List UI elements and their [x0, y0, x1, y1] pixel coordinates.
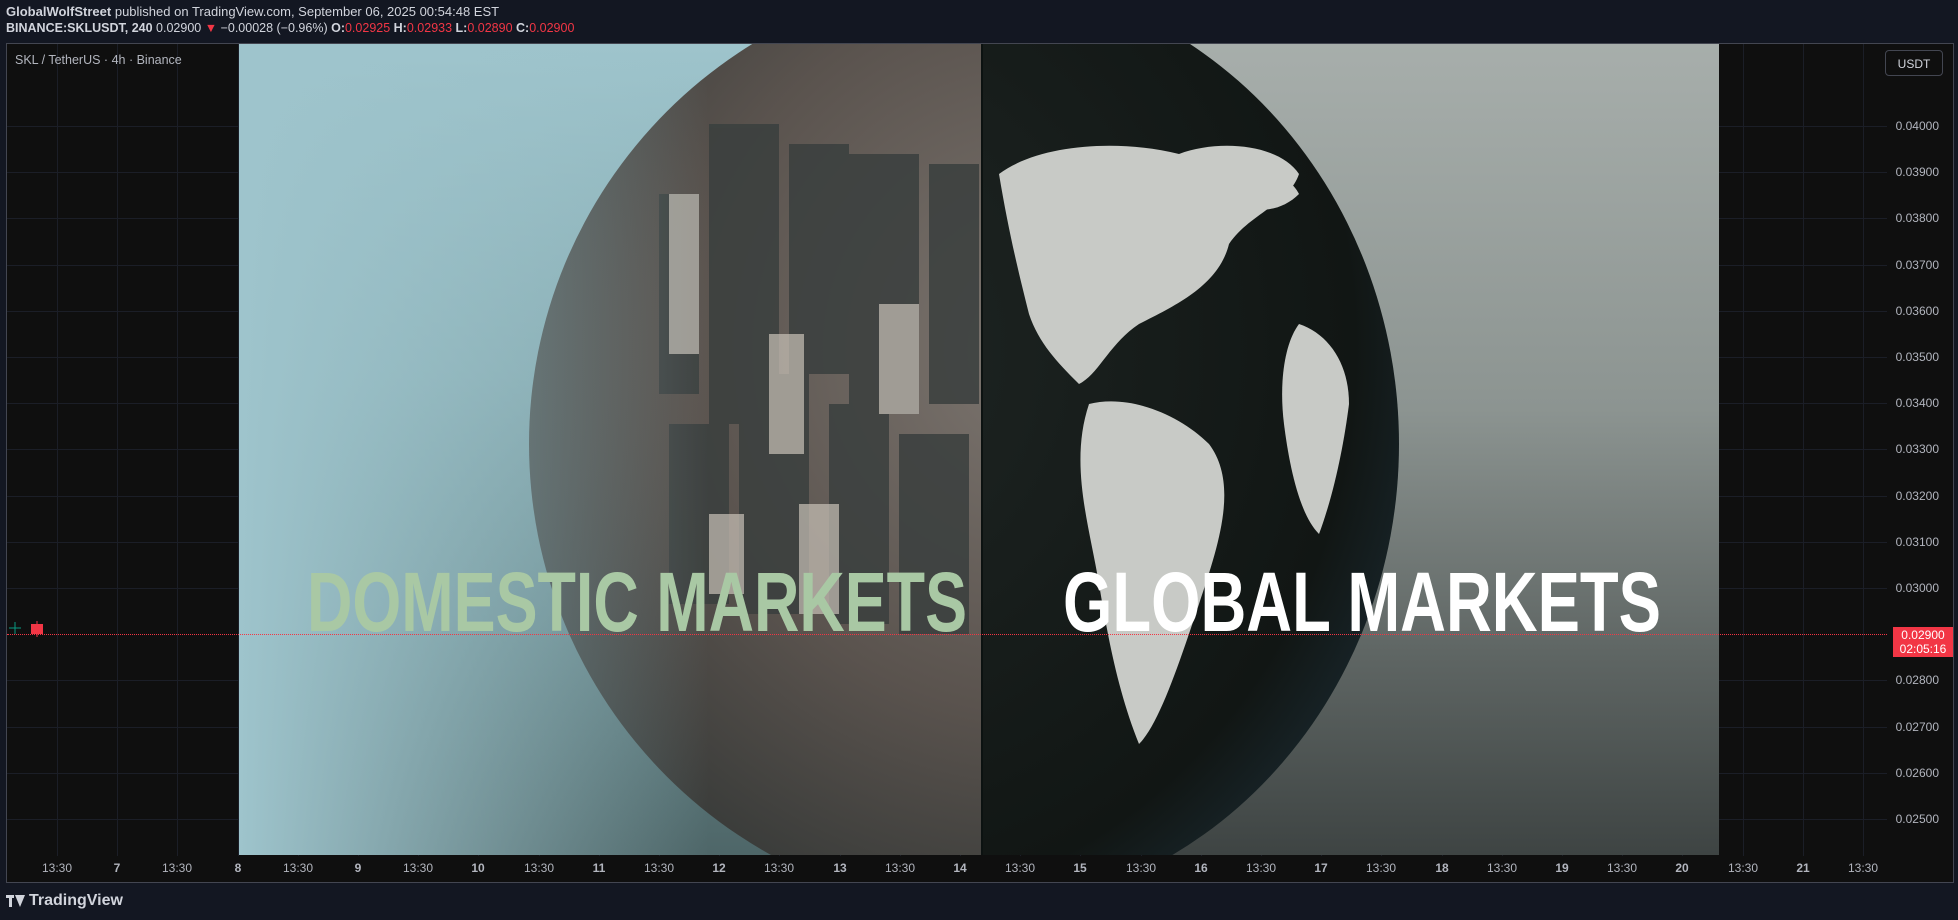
time-axis-label: 13:30 [763, 861, 795, 875]
last-candle [31, 624, 43, 634]
grid-line-vertical [1743, 44, 1744, 856]
chart-legend[interactable]: SKL / TetherUS · 4h · Binance [15, 53, 182, 67]
down-triangle-icon: ▼ [204, 21, 218, 35]
price-axis-label: 0.04000 [1895, 119, 1939, 133]
time-axis-label: 19 [1555, 861, 1569, 875]
time-axis-label: 18 [1435, 861, 1449, 875]
tradingview-logo-icon [6, 895, 25, 907]
time-axis-label: 13:30 [41, 861, 73, 875]
price-tag-countdown: 02:05:16 [1899, 642, 1947, 656]
price-change: −0.00028 (−0.96%) [220, 21, 328, 35]
time-axis-label: 13:30 [884, 861, 916, 875]
time-axis-label: 13:30 [1727, 861, 1759, 875]
time-axis-label: 13:30 [1486, 861, 1518, 875]
price-axis-label: 0.02800 [1895, 673, 1939, 687]
price-axis-label: 0.03800 [1895, 211, 1939, 225]
price-tag: 0.02900 02:05:16 [1893, 627, 1953, 657]
time-axis-label: 16 [1194, 861, 1208, 875]
price-axis-label: 0.03600 [1895, 304, 1939, 318]
price-axis-label: 0.03400 [1895, 396, 1939, 410]
time-axis-label: 13 [833, 861, 847, 875]
time-axis-label: 13:30 [643, 861, 675, 875]
low-label: L: [455, 21, 468, 35]
time-axis-label: 14 [953, 861, 967, 875]
price-line [7, 634, 1887, 635]
time-axis-label: 13:30 [1004, 861, 1036, 875]
time-axis-label: 13:30 [1606, 861, 1638, 875]
time-axis-label: 17 [1314, 861, 1328, 875]
price-tag-value: 0.02900 [1901, 628, 1945, 642]
time-axis-label: 15 [1073, 861, 1087, 875]
time-axis-label: 13:30 [161, 861, 193, 875]
grid-line-vertical [1803, 44, 1804, 856]
grid-line-vertical [117, 44, 118, 856]
ohlc-bar: BINANCE:SKLUSDT, 240 0.02900 ▼ −0.00028 … [6, 21, 574, 35]
price-axis-label: 0.02500 [1895, 812, 1939, 826]
price-axis-label: 0.03900 [1895, 165, 1939, 179]
price-axis-label: 0.03300 [1895, 442, 1939, 456]
time-axis-label: 21 [1796, 861, 1810, 875]
low-value: 0.02890 [467, 21, 513, 35]
candles [9, 621, 43, 637]
price-axis-label: 0.02600 [1895, 766, 1939, 780]
time-axis-label: 13:30 [1125, 861, 1157, 875]
time-axis-label: 11 [592, 861, 606, 875]
time-axis-label: 13:30 [523, 861, 555, 875]
grid-line-vertical [1863, 44, 1864, 856]
symbol-label: BINANCE:SKLUSDT, 240 [6, 21, 153, 35]
time-axis-label: 7 [113, 861, 121, 875]
time-axis-label: 13:30 [1365, 861, 1397, 875]
time-axis-label: 13:30 [402, 861, 434, 875]
chart-pane[interactable]: DOMESTIC MARKETS GLOBAL MARKETS SKL / Te… [6, 43, 1954, 883]
open-label: O: [331, 21, 345, 35]
time-axis-label: 20 [1675, 861, 1689, 875]
artwork-illustration: DOMESTIC MARKETS GLOBAL MARKETS [239, 44, 1661, 855]
last-price: 0.02900 [156, 21, 202, 35]
grid-line-vertical [177, 44, 178, 856]
currency-button[interactable]: USDT [1885, 50, 1943, 76]
price-axis-label: 0.03500 [1895, 350, 1939, 364]
footer-brand: TradingView [29, 892, 123, 909]
published-text: published on TradingView.com, September … [114, 4, 500, 19]
time-axis-label: 13:30 [1847, 861, 1879, 875]
time-axis-label: 9 [354, 861, 362, 875]
price-axis-label: 0.03000 [1895, 581, 1939, 595]
price-axis-label: 0.03100 [1895, 535, 1939, 549]
price-axis-label: 0.03700 [1895, 258, 1939, 272]
grid-line-vertical [57, 44, 58, 856]
time-axis-label: 13:30 [282, 861, 314, 875]
open-value: 0.02925 [344, 21, 391, 35]
price-axis-label: 0.03200 [1895, 489, 1939, 503]
tradingview-logo[interactable]: TradingView [6, 892, 123, 910]
author-name[interactable]: GlobalWolfStreet [6, 4, 111, 19]
high-label: H: [393, 21, 407, 35]
time-axis-label: 13:30 [1245, 861, 1277, 875]
time-axis-label: 10 [471, 861, 485, 875]
high-value: 0.02933 [406, 21, 453, 35]
time-axis-label: 8 [234, 861, 242, 875]
close-label: C: [516, 21, 530, 35]
time-axis-label: 12 [712, 861, 726, 875]
artwork-image: DOMESTIC MARKETS GLOBAL MARKETS [239, 44, 1719, 855]
price-axis-label: 0.02700 [1895, 720, 1939, 734]
publish-info: GlobalWolfStreet published on TradingVie… [6, 4, 499, 19]
close-value: 0.02900 [529, 21, 575, 35]
